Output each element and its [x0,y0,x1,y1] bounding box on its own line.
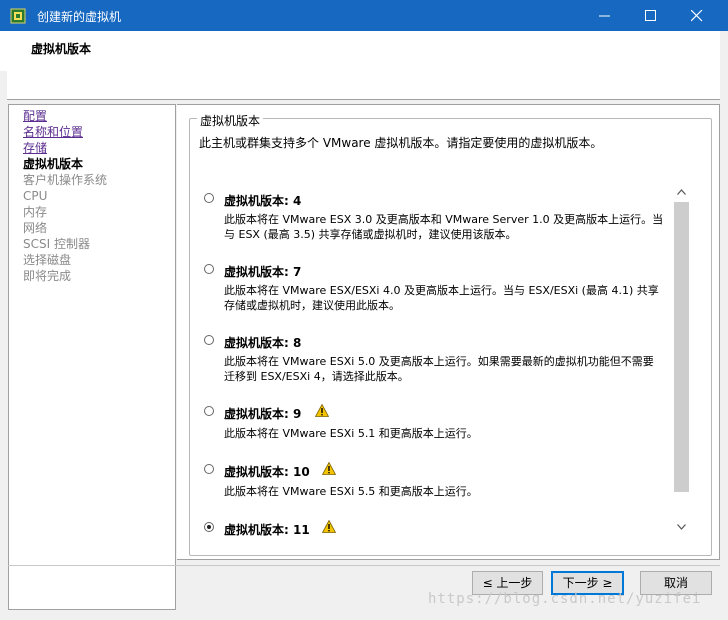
option-title-vm-version-7[interactable]: 虚拟机版本: 7 [224,263,301,280]
nav-step-cpu: CPU [23,189,48,203]
scroll-down-arrow-icon[interactable] [674,521,689,535]
option-title-vm-version-10[interactable]: 虚拟机版本: 10 [224,463,310,480]
radio-vm-version-4[interactable] [204,193,214,203]
nav-step-ready-to-complete: 即将完成 [23,269,72,283]
nav-step-vm-version: 虚拟机版本 [23,157,84,171]
wizard-header: 虚拟机版本 [7,31,720,100]
radio-vm-version-10[interactable] [204,464,214,474]
option-title-vm-version-11[interactable]: 虚拟机版本: 11 [224,521,310,538]
minimize-icon [599,15,610,17]
radio-vm-version-8[interactable] [204,335,214,345]
warning-icon [322,520,336,533]
nav-step-select-disk: 选择磁盘 [23,253,72,267]
close-button[interactable] [674,0,720,31]
nav-step-storage[interactable]: 存储 [23,140,47,156]
warning-icon [322,462,336,475]
watermark: https://blog.csdn.net/yuzifei [428,591,702,607]
footer-divider [8,565,720,566]
option-desc-vm-version-9: 此版本将在 VMware ESXi 5.1 和更高版本上运行。 [224,427,478,440]
option-desc-vm-version-10: 此版本将在 VMware ESXi 5.5 和更高版本上运行。 [224,485,478,498]
radio-vm-version-9[interactable] [204,406,214,416]
option-title-vm-version-4[interactable]: 虚拟机版本: 4 [224,192,301,209]
nav-step-scsi-controller: SCSI 控制器 [23,237,90,251]
minimize-button[interactable] [582,0,628,31]
option-title-vm-version-9[interactable]: 虚拟机版本: 9 [224,405,301,422]
option-desc-vm-version-7: 此版本将在 VMware ESX/ESXi 4.0 及更高版本上运行。当与 ES… [224,284,659,312]
maximize-button[interactable] [628,0,674,31]
window-titlebar[interactable]: 创建新的虚拟机 [0,0,728,31]
background-window-edge [0,31,7,71]
intro-text: 此主机或群集支持多个 VMware 虚拟机版本。请指定要使用的虚拟机版本。 [199,136,603,150]
maximize-icon [645,10,656,21]
nav-step-config[interactable]: 配置 [23,108,47,124]
close-icon [691,10,703,22]
radio-vm-version-11[interactable] [204,522,214,532]
group-label: 虚拟机版本 [197,112,264,129]
nav-step-network: 网络 [23,221,48,235]
chevron-up-icon [677,189,686,195]
nav-step-guest-os: 客户机操作系统 [23,173,108,187]
option-title-vm-version-8[interactable]: 虚拟机版本: 8 [224,334,301,351]
radio-vm-version-7[interactable] [204,264,214,274]
page-title: 虚拟机版本 [31,42,92,56]
nav-step-memory: 内存 [23,205,48,219]
chevron-down-icon [677,524,686,530]
window-title: 创建新的虚拟机 [37,10,122,24]
warning-icon [315,404,329,417]
vsphere-app-icon [10,8,26,24]
option-desc-vm-version-8: 此版本将在 VMware ESXi 5.0 及更高版本上运行。如果需要最新的虚拟… [224,355,654,383]
scroll-thumb[interactable] [674,202,689,492]
scroll-up-arrow-icon[interactable] [674,186,689,200]
nav-step-name-location[interactable]: 名称和位置 [23,124,83,140]
option-desc-vm-version-4: 此版本将在 VMware ESX 3.0 及更高版本和 VMware Serve… [224,213,664,241]
